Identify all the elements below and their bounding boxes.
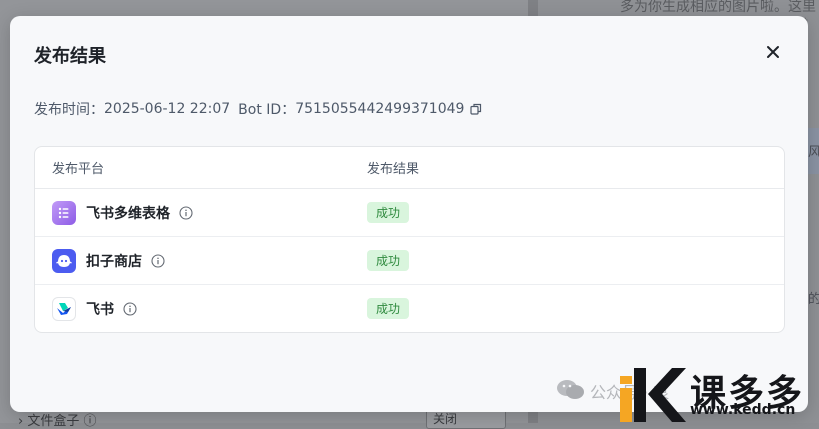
status-badge: 成功	[367, 298, 410, 319]
close-icon	[767, 46, 779, 58]
platform-name: 飞书多维表格	[86, 205, 170, 222]
status-badge: 成功	[367, 250, 410, 271]
background-select: 关闭	[426, 409, 506, 429]
bot-id-value: 7515055442499371049	[295, 101, 465, 117]
publish-result-dialog: 发布结果 发布时间： 2025-06-12 22:07 Bot ID： 7515…	[10, 16, 808, 412]
info-icon[interactable]	[151, 253, 165, 268]
chevron-right-icon: ›	[18, 414, 24, 429]
status-badge: 成功	[367, 202, 410, 223]
platform-name: 飞书	[86, 301, 114, 318]
column-header-result: 发布结果	[367, 162, 420, 177]
dialog-title: 发布结果	[34, 46, 106, 67]
table-row: 飞书 成功	[35, 285, 784, 332]
coze-store-icon	[52, 248, 76, 273]
background-text: 风	[808, 145, 819, 160]
bot-id-label: Bot ID：	[238, 102, 296, 118]
copy-icon[interactable]	[470, 103, 482, 115]
table-row: 飞书多维表格 成功	[35, 189, 784, 237]
feishu-icon	[52, 296, 76, 321]
wechat-icon	[557, 380, 584, 399]
feishu-bitable-icon	[52, 200, 76, 225]
publish-time-value: 2025-06-12 22:07	[104, 101, 231, 117]
table-header: 发布平台 发布结果	[35, 147, 784, 189]
column-header-platform: 发布平台	[52, 162, 105, 177]
table-row: 扣子商店 成功	[35, 237, 784, 285]
close-button[interactable]	[762, 41, 784, 63]
publish-meta: 发布时间： 2025-06-12 22:07 Bot ID： 751505544…	[34, 99, 482, 119]
info-icon[interactable]	[179, 205, 193, 220]
background-text: 的	[808, 292, 819, 307]
info-icon[interactable]	[123, 301, 137, 316]
publish-result-table: 发布平台 发布结果 飞书多维表格 成功 扣子商店 成功 飞书 成功	[34, 146, 785, 333]
background-text: 多为你生成相应的图片啦。这里	[620, 0, 816, 15]
watermark-url: www.kedd.cn	[690, 402, 796, 418]
platform-name: 扣子商店	[86, 253, 142, 270]
background-file-box-label: › 文件盒子 ⓘ	[18, 410, 97, 429]
publish-time-label: 发布时间：	[34, 102, 104, 118]
info-icon: ⓘ	[83, 414, 97, 429]
background-row-label: 文件盒子	[27, 414, 80, 429]
